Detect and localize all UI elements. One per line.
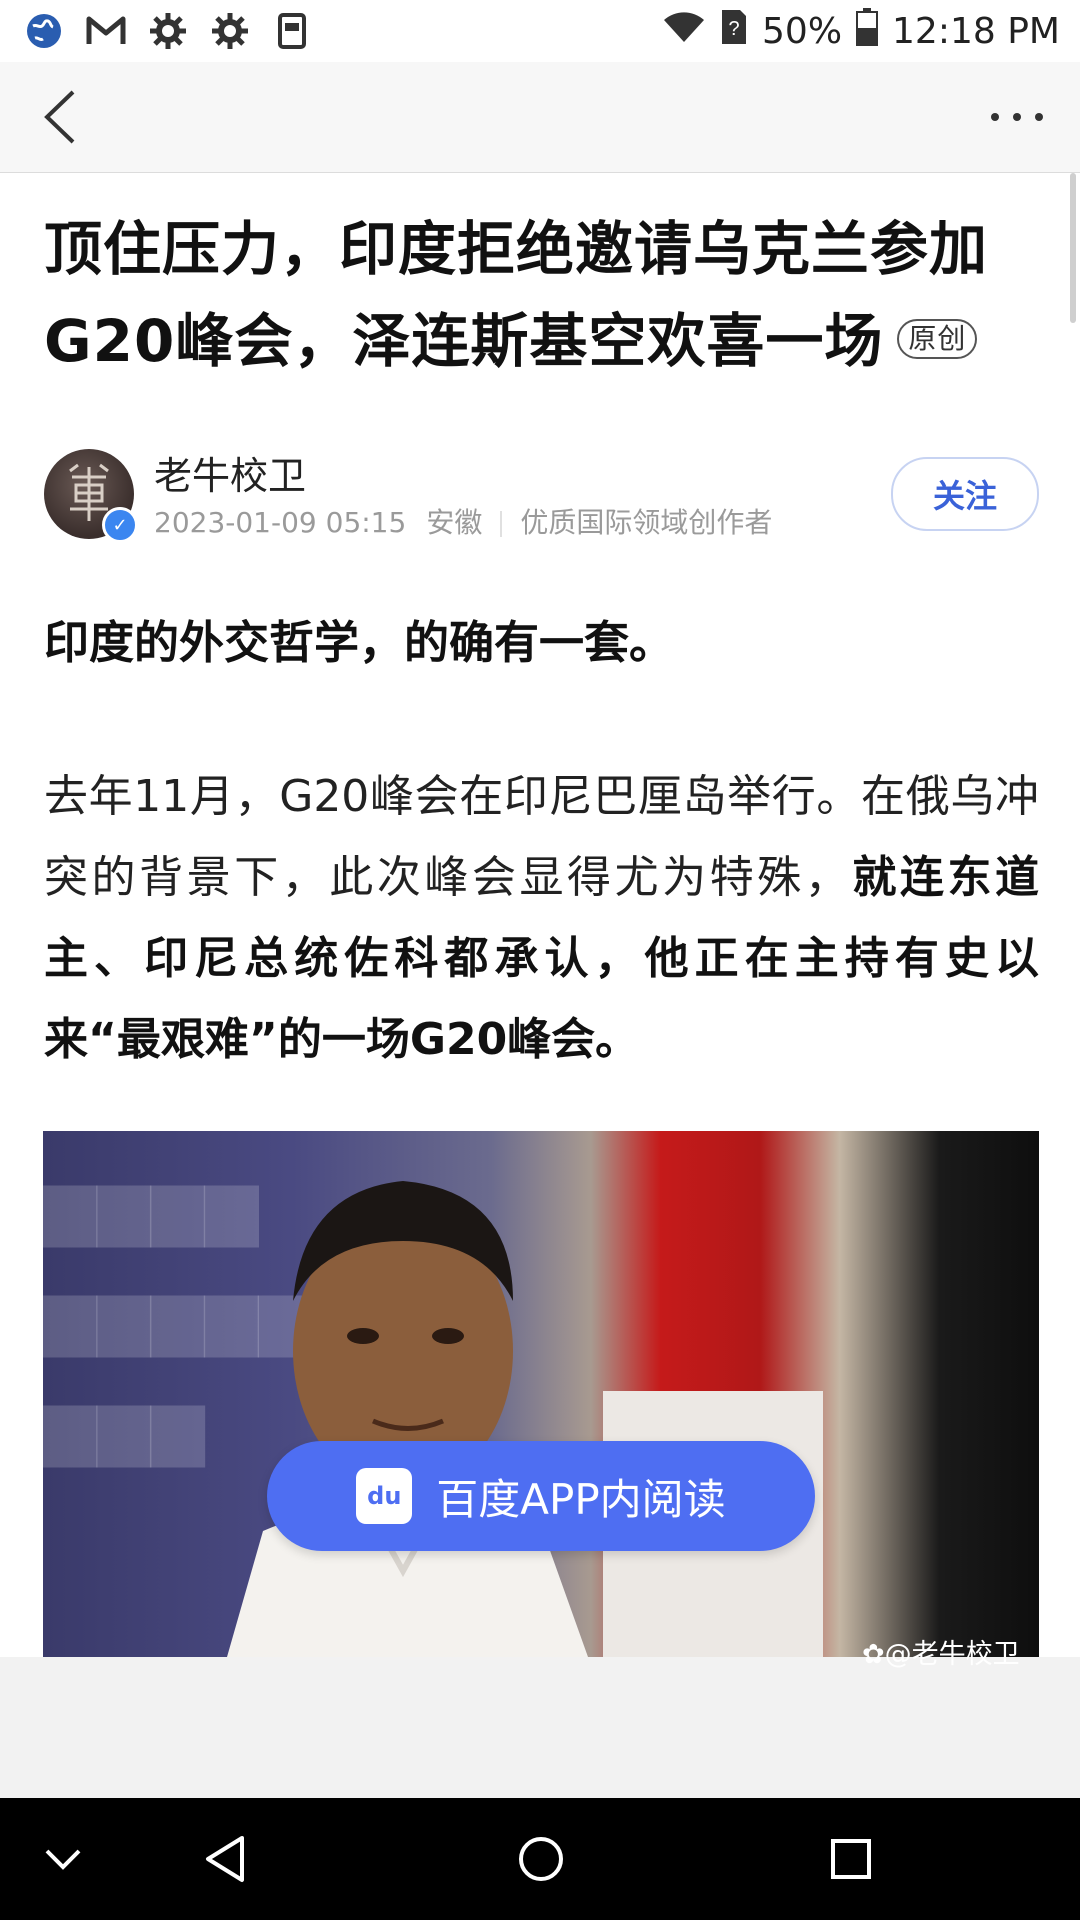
publish-date: 2023-01-09 05:15 xyxy=(154,506,407,539)
author-name[interactable]: 老牛校卫 xyxy=(154,445,306,500)
image-person xyxy=(227,1181,588,1657)
meta-divider xyxy=(500,511,503,537)
author-tag: 优质国际领域创作者 xyxy=(520,506,773,539)
battery-percent: 50% xyxy=(762,10,843,52)
open-in-app-label: 百度APP内阅读 xyxy=(436,1474,726,1524)
chevron-down-icon xyxy=(45,1849,81,1870)
nav-home-button[interactable] xyxy=(506,1824,576,1894)
article-title: 顶住压力，印度拒绝邀请乌克兰参加G20峰会，泽连斯基空欢喜一场 原创 xyxy=(44,203,1034,387)
status-bar: ? 50% 12:18 PM xyxy=(0,0,1080,62)
nav-collapse-button[interactable] xyxy=(28,1824,98,1894)
article-content[interactable]: 顶住压力，印度拒绝邀请乌克兰参加G20峰会，泽连斯基空欢喜一场 原创 ✓ 老牛校卫… xyxy=(0,173,1080,1657)
baidu-logo-icon: du xyxy=(356,1468,413,1524)
follow-button[interactable]: 关注 xyxy=(891,457,1039,531)
title-text: 顶住压力，印度拒绝邀请乌克兰参加G20峰会，泽连斯基空欢喜一场 xyxy=(44,215,989,375)
back-button[interactable] xyxy=(30,86,90,148)
wifi-icon xyxy=(662,10,706,53)
author-meta: 2023-01-09 05:15 安徽 优质国际领域创作者 xyxy=(154,501,772,541)
paw-icon: ✿ xyxy=(862,1639,885,1670)
nav-recents-button[interactable] xyxy=(816,1824,886,1894)
nav-back-button[interactable] xyxy=(190,1824,260,1894)
gear-icon xyxy=(148,11,188,51)
avatar[interactable]: ✓ xyxy=(44,449,138,543)
body-paragraph: 去年11月，G20峰会在印尼巴厘岛举行。在俄乌冲突的背景下，此次峰会显得尤为特殊… xyxy=(44,756,1039,1080)
publish-region: 安徽 xyxy=(426,506,483,539)
scrollbar[interactable] xyxy=(1070,173,1076,323)
article-image[interactable]: ▆▆▆▆ ▆▆▆▆▆ ▆▆▆ xyxy=(43,1131,1039,1657)
battery-icon xyxy=(856,7,879,55)
clock: 12:18 PM xyxy=(892,10,1060,52)
gear-icon xyxy=(210,11,250,51)
recents-square-icon xyxy=(831,1839,871,1879)
open-in-app-button[interactable]: du 百度APP内阅读 xyxy=(267,1441,815,1551)
back-triangle-icon xyxy=(206,1836,244,1882)
verified-icon: ✓ xyxy=(102,507,138,543)
image-watermark: ✿@老牛校卫 xyxy=(862,1632,1020,1671)
original-badge: 原创 xyxy=(897,318,978,359)
watermark-text: @老牛校卫 xyxy=(884,1639,1020,1670)
chevron-left-icon xyxy=(44,90,75,144)
gmail-icon xyxy=(86,11,126,51)
author-row: ✓ 老牛校卫 2023-01-09 05:15 安徽 优质国际领域创作者 关注 xyxy=(44,449,1039,549)
unknown-sim-icon: ? xyxy=(720,8,748,55)
svg-text:?: ? xyxy=(728,18,739,40)
lead-paragraph: 印度的外交哲学，的确有一套。 xyxy=(44,616,675,669)
more-button[interactable] xyxy=(982,92,1052,142)
home-circle-icon xyxy=(519,1837,563,1881)
system-nav-bar xyxy=(0,1798,1080,1920)
more-dots-icon xyxy=(991,113,1043,121)
globe-icon xyxy=(24,11,64,51)
top-nav-bar xyxy=(0,62,1080,173)
reader-icon xyxy=(272,11,312,51)
